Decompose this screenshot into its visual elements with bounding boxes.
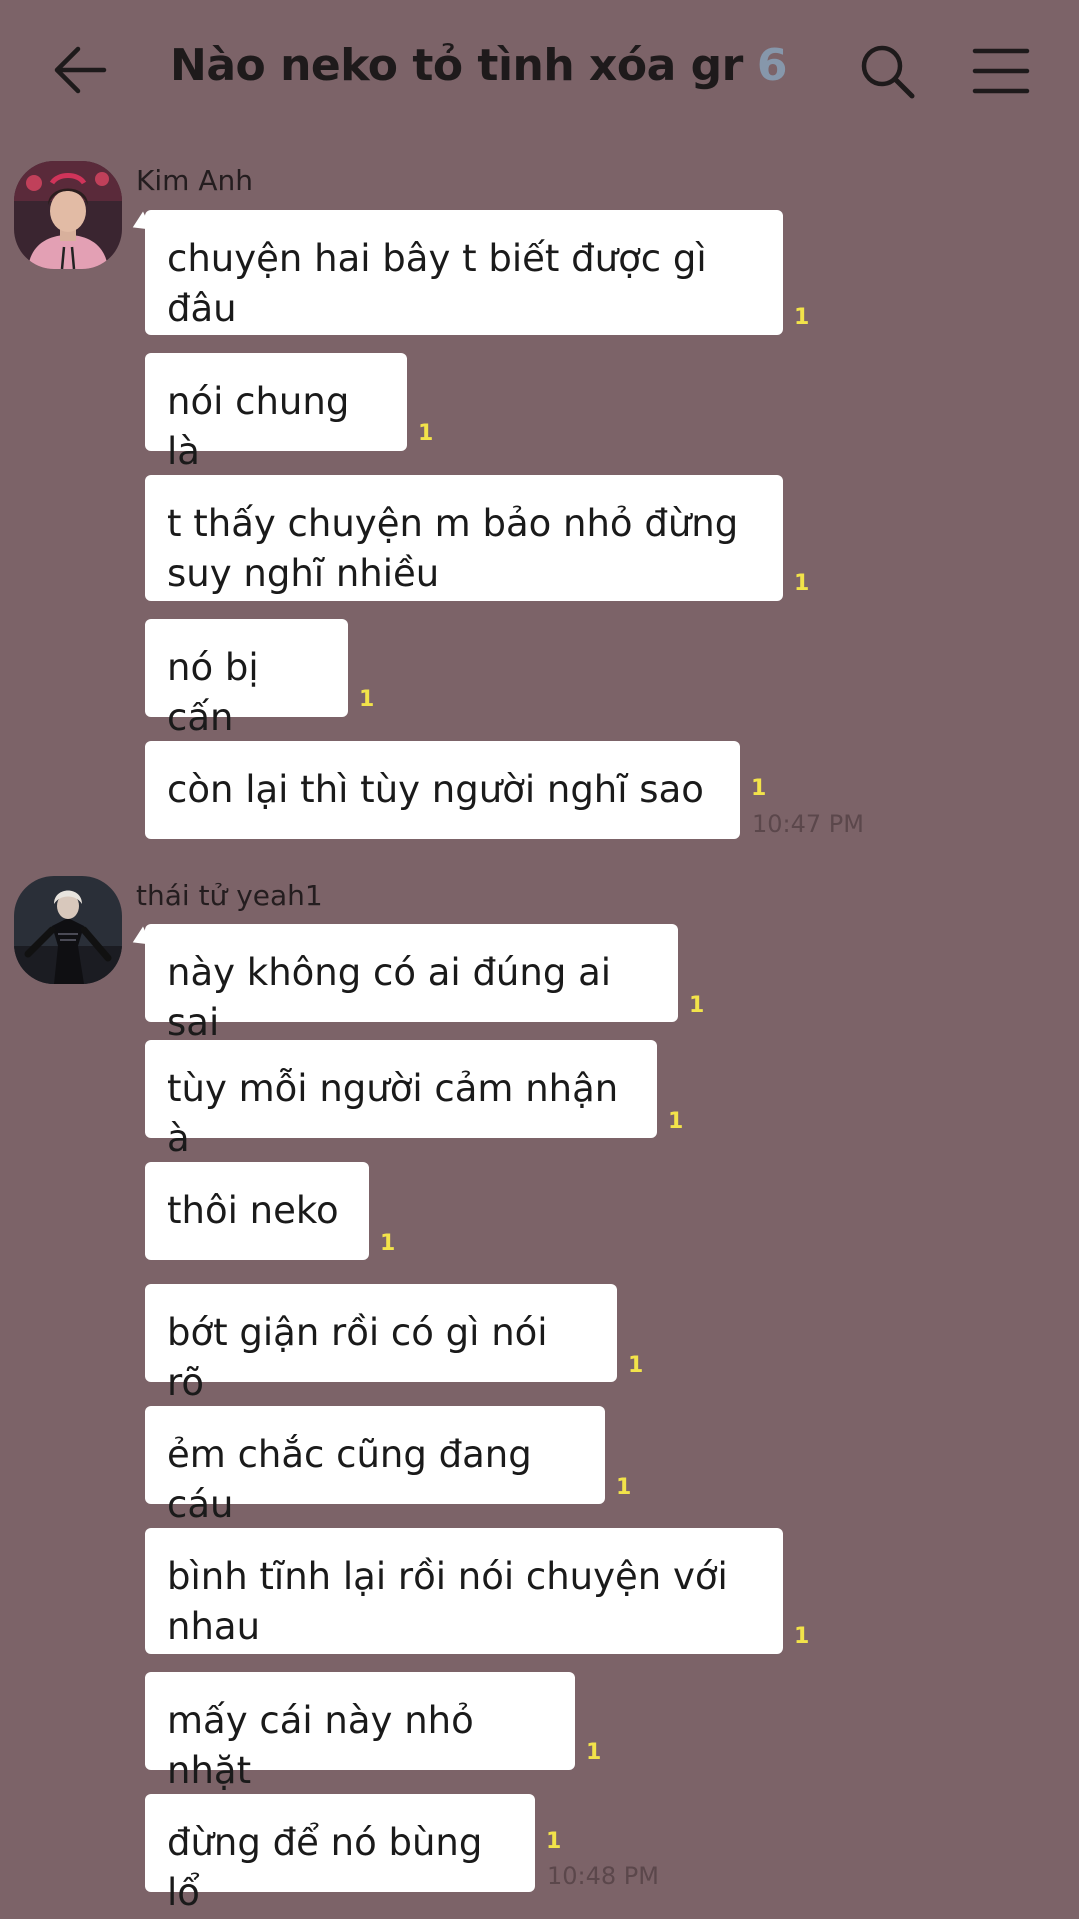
- unread-count: 1: [359, 687, 375, 712]
- message-timestamp: 10:47 PM: [752, 810, 864, 838]
- unread-count: 1: [628, 1353, 644, 1378]
- unread-count: 1: [616, 1475, 632, 1500]
- message-text: mấy cái này nhỏ nhặt: [167, 1699, 486, 1792]
- unread-count: 1: [546, 1829, 562, 1854]
- message-text: này không có ai đúng ai sai: [167, 951, 623, 1044]
- avatar-pink-hoodie-icon: [14, 161, 122, 269]
- message-bubble[interactable]: tùy mỗi người cảm nhận à: [145, 1040, 657, 1160]
- message-text: nó bị cấn: [167, 646, 271, 739]
- message-text: chuyện hai bây t biết được gì đâu: [167, 237, 719, 330]
- unread-count: 1: [668, 1109, 684, 1134]
- message-bubble[interactable]: nó bị cấn: [145, 619, 348, 739]
- message-bubble[interactable]: thôi neko: [145, 1162, 369, 1260]
- message-bubble[interactable]: chuyện hai bây t biết được gì đâu: [145, 210, 783, 335]
- message-bubble[interactable]: mấy cái này nhỏ nhặt: [145, 1672, 575, 1792]
- unread-count: 1: [586, 1740, 602, 1765]
- message-text: ẻm chắc cũng đang cáu: [167, 1433, 544, 1526]
- message-bubble[interactable]: còn lại thì tùy người nghĩ sao: [145, 741, 740, 839]
- avatar-dark-costume-icon: [14, 876, 122, 984]
- message-timestamp: 10:48 PM: [547, 1862, 659, 1890]
- message-text: t thấy chuyện m bảo nhỏ đừng suy nghĩ nh…: [167, 502, 750, 595]
- message-text: nói chung là: [167, 380, 362, 473]
- sender-name[interactable]: thái tử yeah1: [136, 879, 323, 912]
- hamburger-menu-icon: [972, 48, 1030, 94]
- unread-count: 1: [794, 1624, 810, 1649]
- search-icon: [861, 45, 915, 99]
- avatar[interactable]: [14, 161, 122, 269]
- menu-button[interactable]: [968, 40, 1034, 102]
- back-button[interactable]: [48, 38, 112, 102]
- message-bubble[interactable]: nói chung là: [145, 353, 407, 473]
- unread-count: 1: [751, 776, 767, 801]
- unread-count: 1: [794, 571, 810, 596]
- message-bubble[interactable]: ẻm chắc cũng đang cáu: [145, 1406, 605, 1526]
- unread-count: 1: [380, 1231, 396, 1256]
- member-count: 6: [756, 40, 788, 91]
- group-name: Nào neko tỏ tình xóa gr: [170, 40, 743, 91]
- avatar[interactable]: [14, 876, 122, 984]
- arrow-left-icon: [54, 46, 107, 94]
- message-text: bớt giận rồi có gì nói rõ: [167, 1311, 560, 1404]
- message-text: đừng để nó bùng lổ: [167, 1821, 495, 1914]
- message-bubble[interactable]: bình tĩnh lại rồi nói chuyện với nhau: [145, 1528, 783, 1654]
- message-text: tùy mỗi người cảm nhận à: [167, 1067, 631, 1160]
- unread-count: 1: [418, 421, 434, 446]
- message-text: thôi neko: [167, 1189, 339, 1232]
- chat-title[interactable]: Nào neko tỏ tình xóa gr 6: [170, 40, 787, 91]
- unread-count: 1: [794, 305, 810, 330]
- message-bubble[interactable]: này không có ai đúng ai sai: [145, 924, 678, 1044]
- message-text: bình tĩnh lại rồi nói chuyện với nhau: [167, 1555, 740, 1648]
- unread-count: 1: [689, 993, 705, 1018]
- sender-name[interactable]: Kim Anh: [136, 164, 253, 197]
- message-bubble[interactable]: t thấy chuyện m bảo nhỏ đừng suy nghĩ nh…: [145, 475, 783, 601]
- search-button[interactable]: [856, 40, 920, 104]
- message-bubble[interactable]: đừng để nó bùng lổ: [145, 1794, 535, 1914]
- message-bubble[interactable]: bớt giận rồi có gì nói rõ: [145, 1284, 617, 1404]
- chat-header: Nào neko tỏ tình xóa gr 6: [0, 0, 1079, 140]
- message-text: còn lại thì tùy người nghĩ sao: [167, 768, 704, 811]
